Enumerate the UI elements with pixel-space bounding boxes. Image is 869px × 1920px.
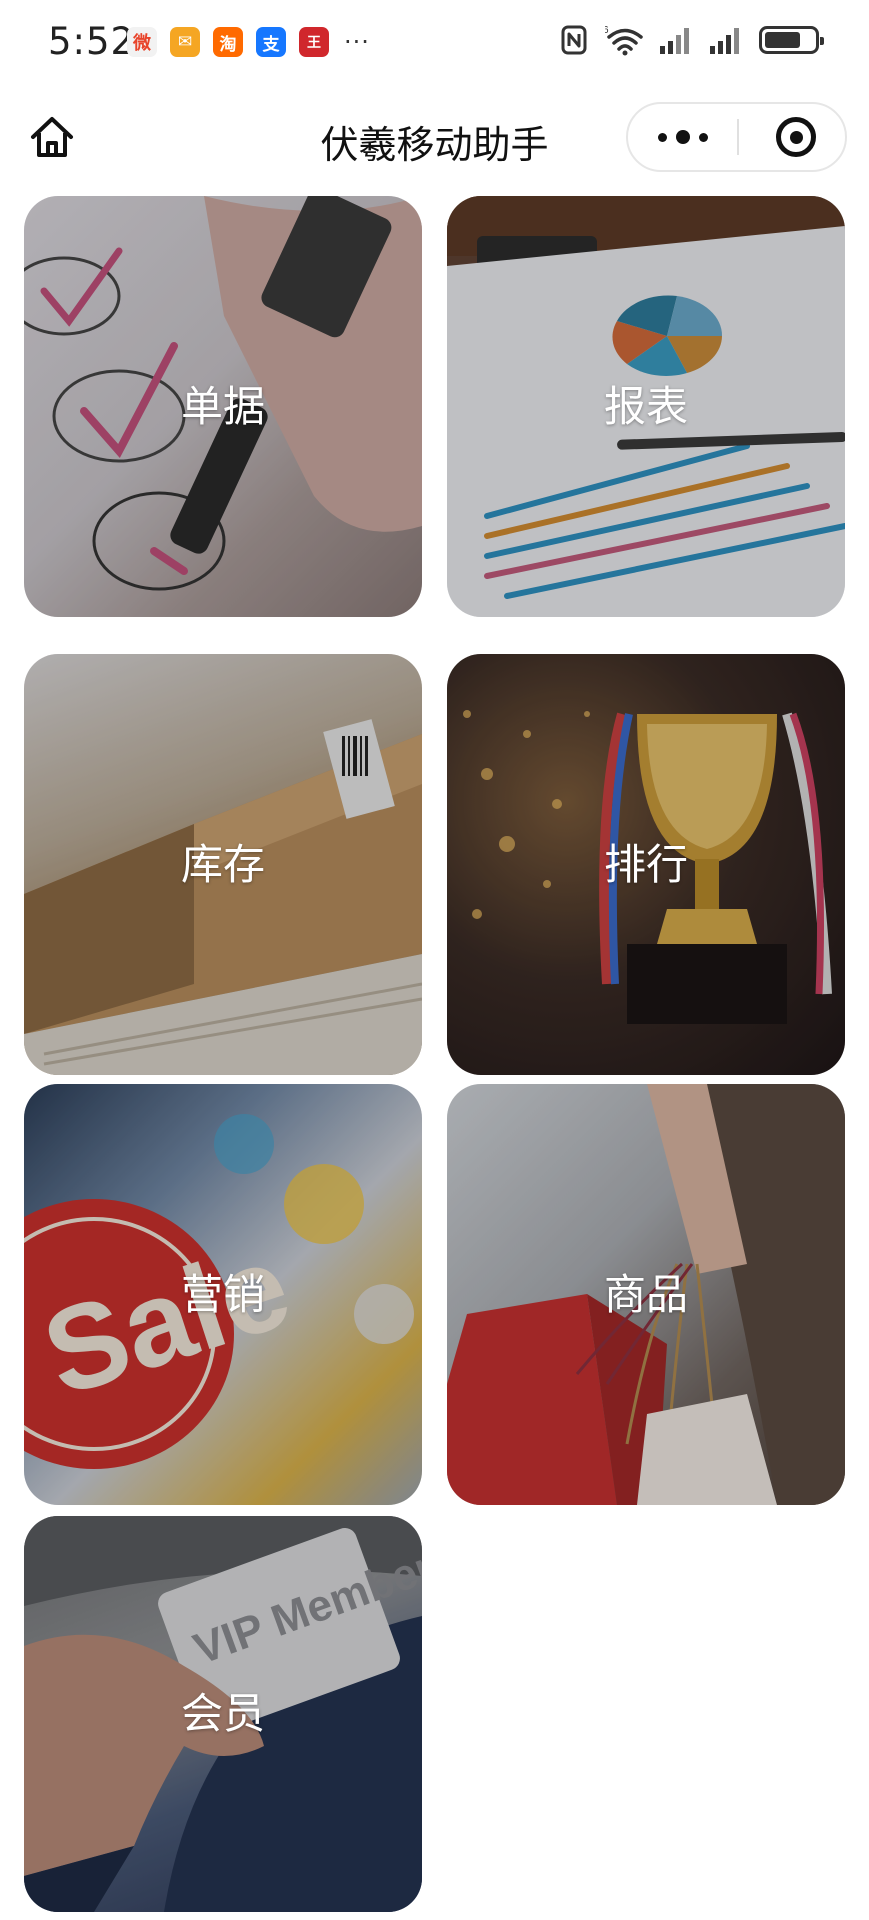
tile-label: 会员 (180, 1689, 265, 1738)
status-bar: 5:52 微 ✉ 淘 支 王 ··· 6 (0, 0, 869, 88)
more-notifications-icon: ··· (344, 28, 370, 56)
tile-label: 单据 (180, 381, 265, 431)
notification-icons: 微 ✉ 淘 支 王 ··· (127, 27, 370, 57)
mail-icon: ✉ (170, 27, 200, 57)
tile-inventory[interactable]: 库存 (24, 654, 422, 1075)
nfc-icon (561, 25, 587, 55)
signal-icon-1 (660, 28, 689, 54)
wifi-icon: 6 (605, 25, 643, 56)
nav-bar: 伏羲移动助手 (0, 100, 869, 176)
capsule-divider (737, 119, 739, 155)
signal-icon-2 (710, 28, 739, 54)
tile-label: 排行 (603, 839, 688, 889)
status-indicators: 6 (559, 24, 824, 56)
tile-label: 报表 (603, 381, 688, 431)
alipay-icon: 支 (256, 27, 286, 57)
tile-members[interactable]: VIP Member 会员 (24, 1516, 422, 1912)
tile-marketing[interactable]: Sale 营销 (24, 1084, 422, 1505)
weibo-icon: 微 (127, 27, 157, 57)
tile-documents[interactable]: 单据 (24, 196, 422, 617)
tile-label: 商品 (603, 1269, 688, 1319)
taobao-icon: 淘 (213, 27, 243, 57)
tile-label: 库存 (180, 839, 265, 889)
wifi-badge: 6 (605, 25, 609, 36)
status-time: 5:52 (48, 20, 136, 63)
close-mini-program-button[interactable] (776, 117, 816, 157)
battery-icon (759, 26, 824, 54)
tile-products[interactable]: 商品 (447, 1084, 845, 1505)
app-icon: 王 (299, 27, 329, 57)
mini-program-capsule (626, 102, 847, 172)
more-menu-button[interactable] (628, 104, 738, 170)
tile-label: 营销 (180, 1269, 265, 1319)
tile-ranking[interactable]: 排行 (447, 654, 845, 1075)
tile-reports[interactable]: 报表 (447, 196, 845, 617)
